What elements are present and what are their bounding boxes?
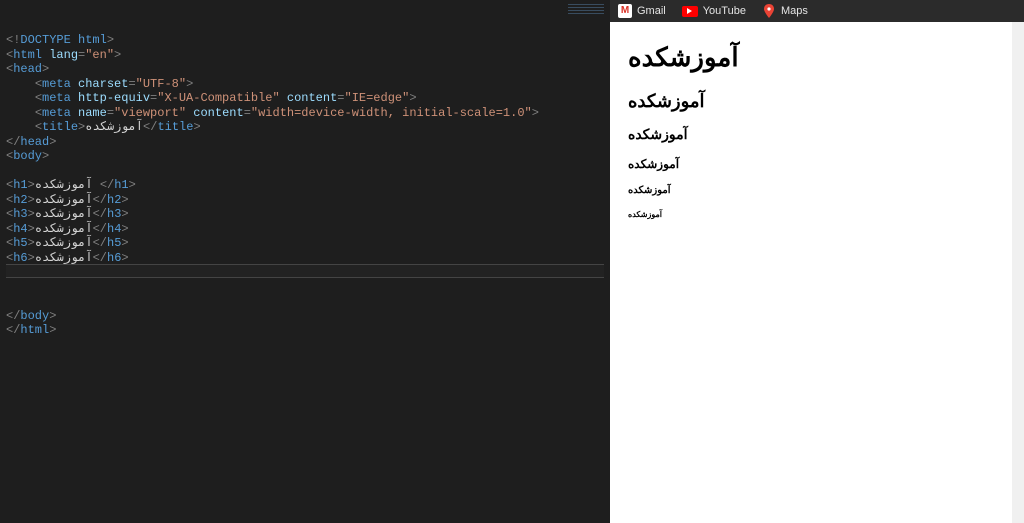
html-open: html: [13, 48, 42, 62]
bookmark-label: YouTube: [703, 5, 746, 17]
bookmark-bar: M Gmail YouTube Maps: [610, 0, 1024, 22]
doctype: DOCTYPE html: [20, 33, 106, 47]
bookmark-label: Gmail: [637, 5, 666, 17]
head-open: head: [13, 62, 42, 76]
browser-preview: M Gmail YouTube Maps آموزشکده آموزشکده آ…: [610, 0, 1024, 523]
body-close: body: [20, 309, 49, 323]
bookmark-gmail[interactable]: M Gmail: [618, 4, 666, 18]
minimap[interactable]: [568, 4, 604, 64]
preview-h2: آموزشکده: [628, 91, 1006, 112]
preview-h3: آموزشکده: [628, 126, 1006, 143]
preview-h5: آموزشکده: [628, 185, 1006, 196]
gmail-icon: M: [618, 4, 632, 18]
maps-icon: [762, 4, 776, 18]
youtube-icon: [682, 6, 698, 17]
head-close: head: [20, 135, 49, 149]
preview-h6: آموزشکده: [628, 210, 1006, 219]
code-editor[interactable]: <!DOCTYPE html> <html lang="en"> <head> …: [0, 0, 610, 523]
bookmark-maps[interactable]: Maps: [762, 4, 808, 18]
html-close: html: [20, 323, 49, 337]
preview-h4: آموزشکده: [628, 157, 1006, 171]
bookmark-youtube[interactable]: YouTube: [682, 5, 746, 17]
preview-h1: آموزشکده: [628, 42, 1006, 73]
scrollbar[interactable]: [1012, 22, 1024, 523]
body-open: body: [13, 149, 42, 163]
cursor-line: [6, 264, 604, 278]
page-content: آموزشکده آموزشکده آموزشکده آموزشکده آموز…: [610, 22, 1024, 523]
bookmark-label: Maps: [781, 5, 808, 17]
